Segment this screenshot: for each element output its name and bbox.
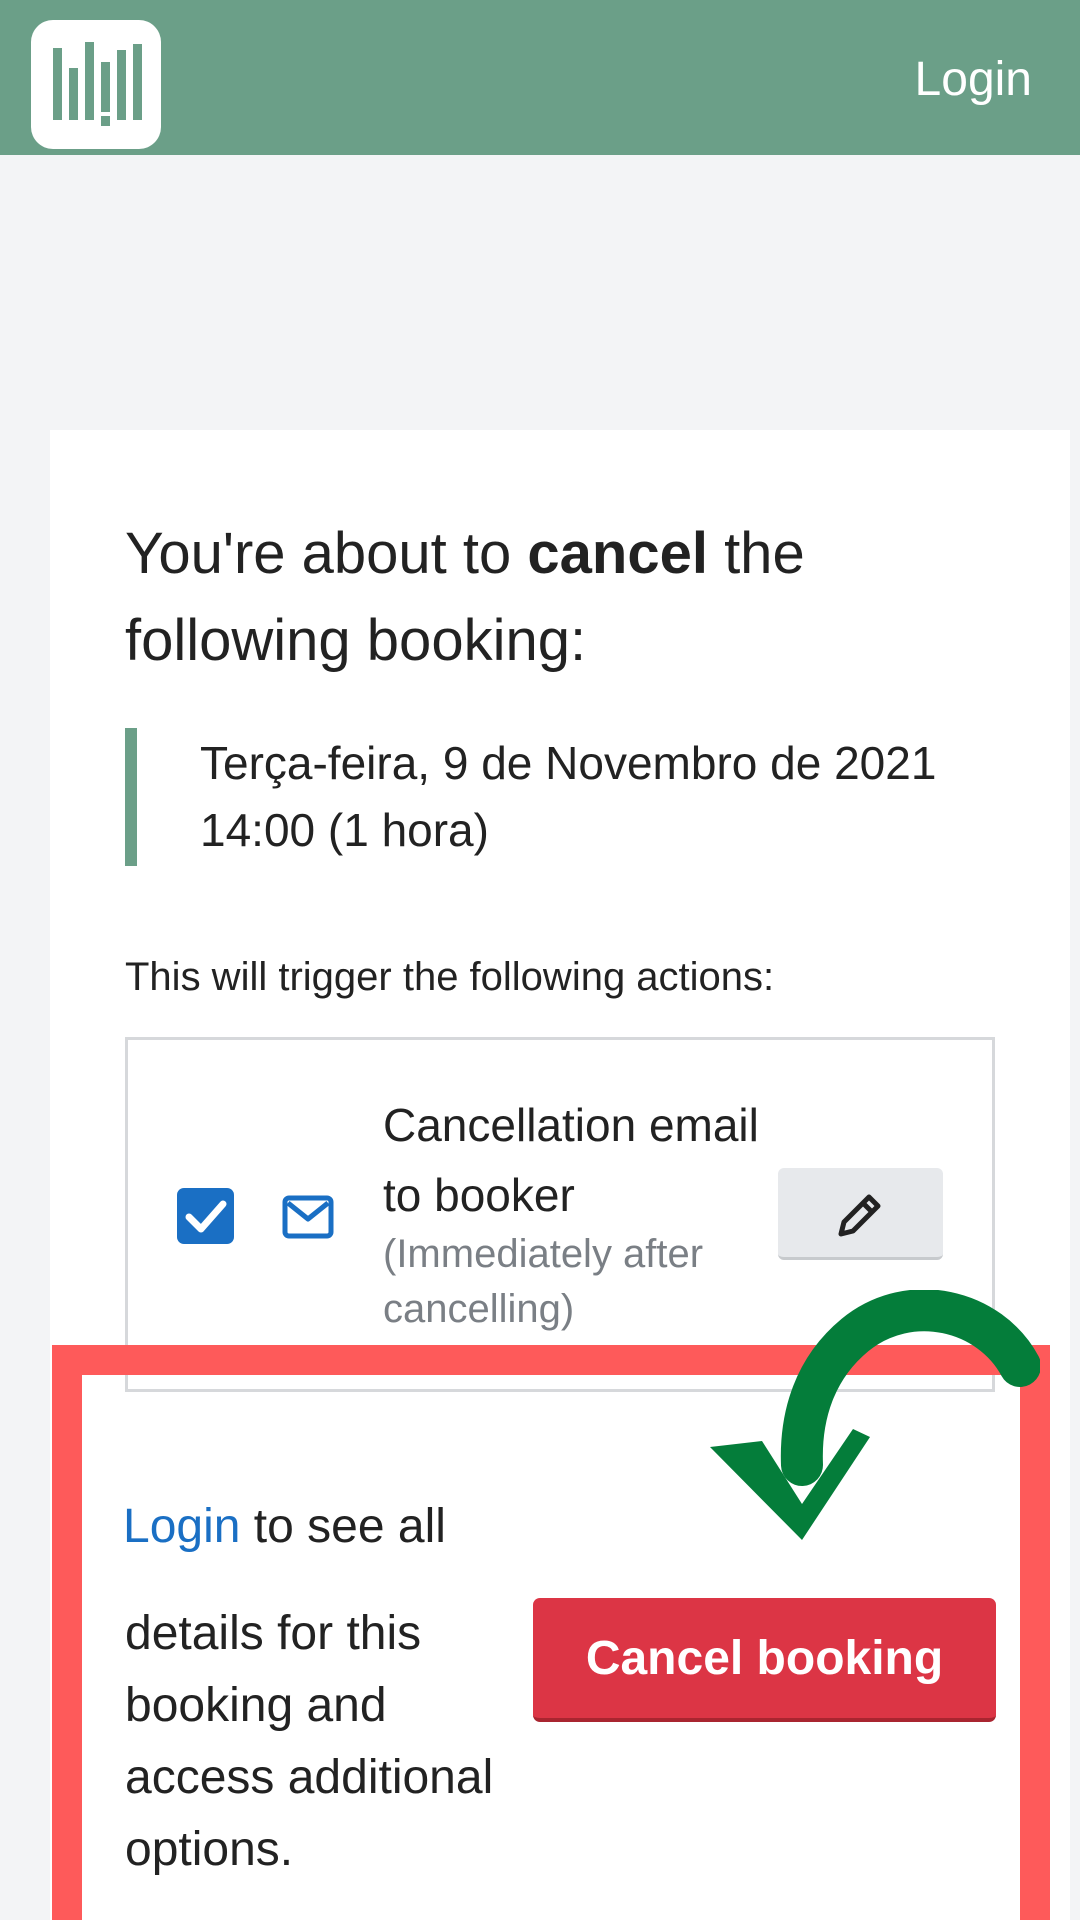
header-login-link[interactable]: Login	[915, 50, 1032, 110]
login-prompt-details: details for this booking and access addi…	[125, 1607, 494, 1876]
title-emphasis: cancel	[527, 521, 708, 586]
booking-date: Terça-feira, 9 de Novembro de 2021	[200, 737, 937, 789]
booking-time: 14:00 (1 hora)	[200, 804, 489, 856]
login-prompt: Login to see all	[123, 1500, 446, 1553]
actions-intro: This will trigger the following actions:	[125, 955, 775, 999]
edit-action-button[interactable]	[778, 1168, 943, 1260]
page-title: You're about to cancel the following boo…	[125, 521, 805, 673]
cancel-booking-button[interactable]: Cancel booking	[533, 1598, 996, 1722]
action-checkbox[interactable]	[177, 1188, 234, 1244]
mail-icon	[282, 1195, 334, 1239]
action-title: Cancellation email to booker	[383, 1099, 759, 1221]
booking-quote-bar	[125, 728, 137, 866]
top-bar: Login	[0, 0, 1080, 155]
annotation-arrow-icon	[690, 1290, 1040, 1550]
login-link[interactable]: Login	[123, 1500, 240, 1553]
pencil-icon	[838, 1194, 881, 1237]
app-logo[interactable]	[31, 20, 161, 149]
logo-bars-icon	[53, 42, 142, 126]
checkmark-icon	[185, 1200, 227, 1233]
